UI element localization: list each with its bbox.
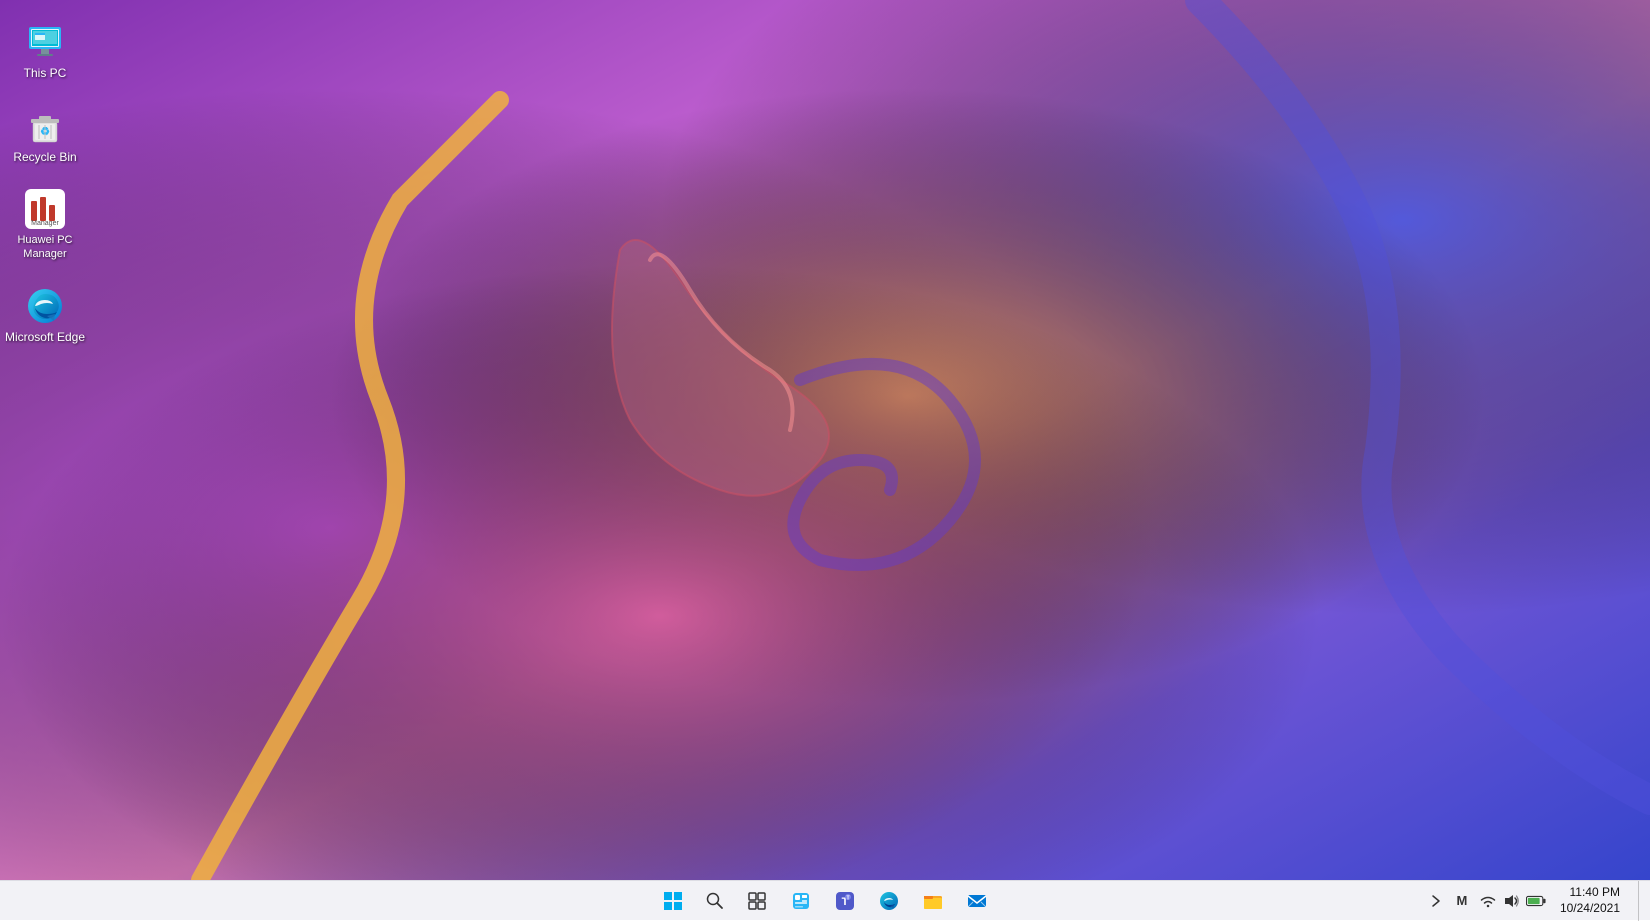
- show-hidden-icons-button[interactable]: [1426, 891, 1446, 911]
- desktop-icon-recycle-bin[interactable]: ♻ Recycle Bin: [0, 98, 90, 174]
- recycle-bin-label: Recycle Bin: [13, 150, 76, 166]
- desktop-icon-huawei-pc-manager[interactable]: Manager Huawei PC Manager: [0, 181, 90, 270]
- taskbar-right: M: [1426, 881, 1650, 921]
- taskbar-edge-button[interactable]: [869, 881, 909, 921]
- huawei-pc-manager-label: Huawei PC Manager: [4, 233, 86, 262]
- this-pc-label: This PC: [24, 66, 67, 82]
- widgets-button[interactable]: [781, 881, 821, 921]
- desktop-icon-this-pc[interactable]: This PC: [0, 14, 90, 90]
- clock-date: 10/24/2021: [1560, 901, 1620, 917]
- taskbar: T T: [0, 880, 1650, 920]
- this-pc-icon: [25, 22, 65, 62]
- svg-text:T: T: [846, 895, 849, 901]
- svg-text:Manager: Manager: [31, 220, 59, 227]
- clock[interactable]: 11:40 PM 10/24/2021: [1552, 885, 1628, 916]
- recycle-bin-icon: ♻: [25, 106, 65, 146]
- taskbar-center: T T: [653, 881, 997, 921]
- desktop[interactable]: This PC ♻ Recyc: [0, 0, 1650, 880]
- desktop-icons: This PC ♻ Recyc: [0, 0, 90, 367]
- teams-button[interactable]: T T: [825, 881, 865, 921]
- mail-button[interactable]: [957, 881, 997, 921]
- system-tray: M: [1426, 891, 1546, 911]
- task-view-button[interactable]: [737, 881, 777, 921]
- start-button[interactable]: [653, 881, 693, 921]
- ime-label: M: [1457, 893, 1468, 908]
- edge-icon: [25, 286, 65, 326]
- volume-icon[interactable]: [1502, 891, 1522, 911]
- file-explorer-button[interactable]: [913, 881, 953, 921]
- microsoft-edge-label: Microsoft Edge: [5, 330, 85, 346]
- show-desktop-button[interactable]: [1638, 881, 1642, 921]
- battery-icon[interactable]: [1526, 891, 1546, 911]
- wifi-icon[interactable]: [1478, 891, 1498, 911]
- search-button[interactable]: [697, 881, 733, 921]
- ime-icon[interactable]: M: [1450, 891, 1474, 911]
- desktop-icon-microsoft-edge[interactable]: Microsoft Edge: [0, 278, 90, 354]
- clock-time: 11:40 PM: [1570, 885, 1620, 901]
- huawei-icon: Manager: [25, 189, 65, 229]
